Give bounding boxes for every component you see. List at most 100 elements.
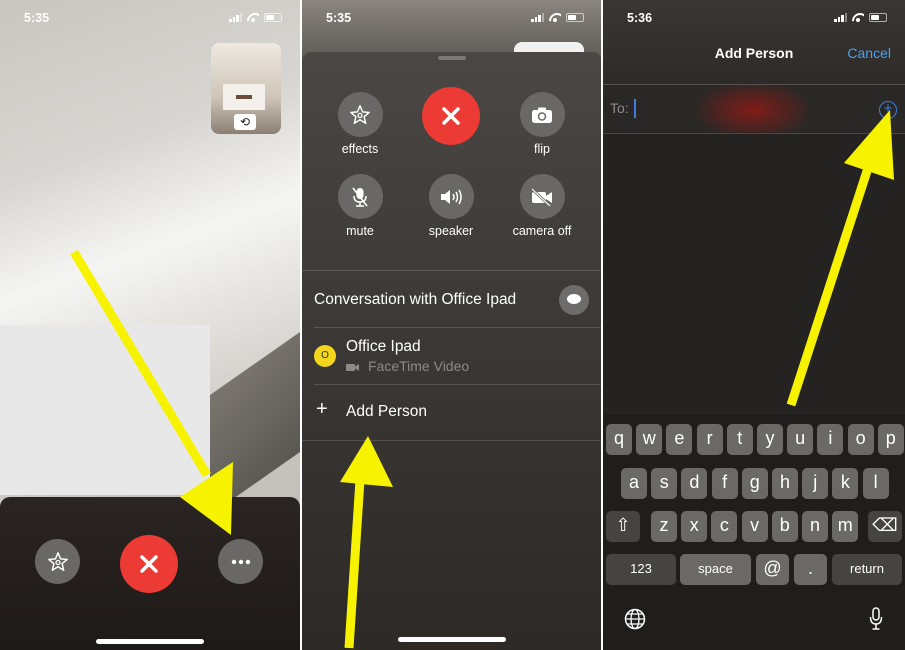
speaker-icon: [441, 189, 462, 204]
effects-button[interactable]: [337, 92, 383, 137]
sheet-grabber[interactable]: [438, 56, 466, 60]
speaker-button[interactable]: [428, 174, 474, 219]
cellular-signal-icon: [229, 13, 242, 22]
return-key[interactable]: return: [832, 554, 902, 585]
mute-button[interactable]: [337, 174, 383, 219]
conversation-title: Conversation with Office Ipad: [314, 291, 517, 308]
recipient-field[interactable]: To: +: [603, 84, 905, 134]
facetime-call-screen: 5:35 ⟲: [0, 0, 300, 650]
key-a[interactable]: a: [621, 468, 647, 499]
speaker-label: speaker: [428, 224, 474, 238]
key-r[interactable]: r: [696, 424, 723, 455]
divider: [302, 270, 602, 271]
call-options-sheet: effects flip mute speaker camera off Con…: [302, 52, 602, 650]
self-view-pip[interactable]: ⟲: [211, 43, 281, 134]
add-contact-button[interactable]: +: [879, 101, 897, 119]
message-bubble-button[interactable]: [559, 285, 589, 315]
status-bar: 5:35: [302, 10, 602, 28]
divider: [314, 327, 602, 328]
effects-control[interactable]: effects: [315, 92, 405, 156]
effects-button[interactable]: [35, 539, 80, 584]
key-z[interactable]: z: [651, 511, 677, 542]
key-k[interactable]: k: [832, 468, 859, 499]
video-background-shadow: [210, 324, 300, 516]
key-h[interactable]: h: [772, 468, 798, 499]
add-person-button[interactable]: + Add Person: [302, 385, 602, 439]
key-y[interactable]: y: [757, 424, 783, 455]
delete-key[interactable]: ⌫: [868, 511, 902, 542]
numbers-key[interactable]: 123: [606, 554, 676, 585]
cellular-signal-icon: [834, 13, 847, 22]
to-label: To:: [610, 100, 629, 116]
star-effects-icon: [47, 551, 68, 571]
end-call-button[interactable]: [120, 535, 178, 593]
key-d[interactable]: d: [681, 468, 708, 499]
key-j[interactable]: j: [802, 468, 829, 499]
wifi-icon: [549, 13, 561, 22]
mute-control[interactable]: mute: [315, 174, 405, 238]
divider: [302, 440, 602, 441]
key-f[interactable]: f: [711, 468, 738, 499]
call-controls-bar: [0, 497, 300, 650]
camera-off-button[interactable]: [519, 174, 565, 219]
key-b[interactable]: b: [771, 511, 798, 542]
plus-icon: +: [316, 398, 328, 420]
key-m[interactable]: m: [832, 511, 859, 542]
key-e[interactable]: e: [666, 424, 693, 455]
self-view-redacted: [223, 84, 265, 110]
at-key[interactable]: @: [756, 554, 789, 585]
cancel-button[interactable]: Cancel: [847, 45, 891, 61]
cellular-signal-icon: [531, 13, 544, 22]
participant-avatar: O: [314, 345, 336, 367]
facetime-options-sheet-screen: 5:35 effects flip mute speaker camera of…: [302, 0, 602, 650]
key-c[interactable]: c: [711, 511, 738, 542]
status-time: 5:35: [326, 11, 352, 25]
key-l[interactable]: l: [862, 468, 889, 499]
add-person-screen: Add Person Cancel 5:36 To: + qwertyuiop …: [603, 0, 905, 650]
key-q[interactable]: q: [606, 424, 632, 455]
key-t[interactable]: t: [726, 424, 753, 455]
space-key[interactable]: space: [680, 554, 751, 585]
key-u[interactable]: u: [787, 424, 814, 455]
key-x[interactable]: x: [681, 511, 708, 542]
key-g[interactable]: g: [741, 468, 768, 499]
star-effects-icon: [350, 104, 370, 124]
globe-icon[interactable]: [624, 608, 646, 630]
key-i[interactable]: i: [817, 424, 844, 455]
participant-subtitle: FaceTime Video: [368, 358, 470, 374]
speaker-control[interactable]: speaker: [406, 174, 496, 238]
key-n[interactable]: n: [802, 511, 828, 542]
ellipsis-icon: [231, 559, 250, 564]
camera-off-icon: [531, 187, 552, 206]
camera-off-control[interactable]: camera off: [497, 174, 587, 238]
status-bar: 5:36: [603, 10, 905, 28]
camera-flip-icon[interactable]: ⟲: [234, 114, 256, 130]
close-x-icon: [442, 107, 460, 125]
status-time: 5:36: [627, 11, 653, 25]
flip-control[interactable]: flip: [497, 92, 587, 156]
status-bar: 5:35: [0, 10, 300, 28]
flip-label: flip: [534, 142, 550, 156]
key-w[interactable]: w: [636, 424, 663, 455]
key-o[interactable]: o: [847, 424, 874, 455]
key-v[interactable]: v: [741, 511, 768, 542]
key-s[interactable]: s: [651, 468, 678, 499]
facetime-video-icon: [346, 364, 359, 371]
home-indicator[interactable]: [96, 639, 204, 644]
participant-name[interactable]: Office Ipad: [346, 338, 421, 356]
end-call-control[interactable]: [406, 87, 496, 145]
camera-off-label: camera off: [512, 224, 572, 238]
dot-key[interactable]: .: [794, 554, 827, 585]
battery-icon: [869, 13, 887, 22]
mic-off-icon: [352, 187, 368, 207]
wifi-icon: [247, 13, 259, 22]
microphone-icon[interactable]: [869, 607, 883, 631]
shift-key[interactable]: ⇧: [606, 511, 640, 542]
effects-label: effects: [341, 142, 379, 156]
key-p[interactable]: p: [877, 424, 904, 455]
flip-button[interactable]: [519, 92, 565, 137]
more-options-button[interactable]: [218, 539, 263, 584]
home-indicator[interactable]: [398, 637, 506, 642]
end-call-button[interactable]: [422, 87, 480, 145]
keyboard: qwertyuiop asdfghjkl zxcvbnm ⇧ ⌫ 123 spa…: [603, 414, 905, 650]
